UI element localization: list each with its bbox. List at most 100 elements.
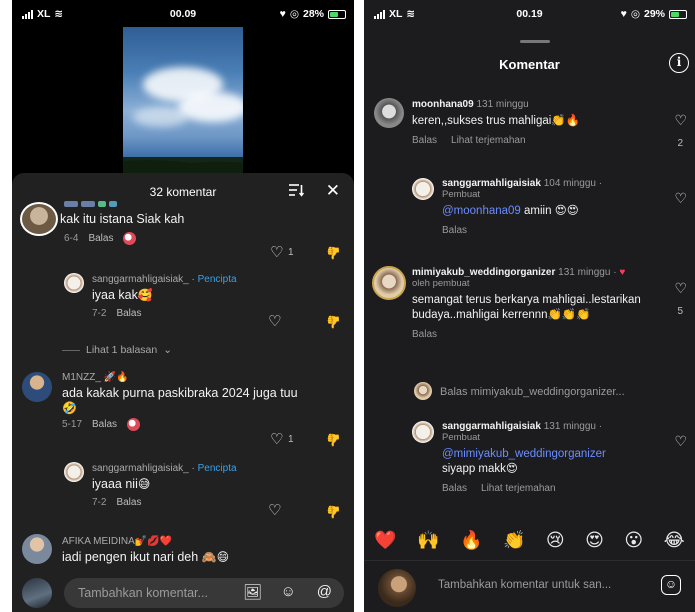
- reply-item: sanggarmahligaisiak 104 minggu · Pembuat…: [442, 178, 662, 236]
- like-icon[interactable]: ♡: [674, 280, 687, 297]
- sticker-icon[interactable]: ☺: [661, 575, 681, 595]
- like-count: 1: [288, 434, 294, 445]
- reaction-laugh[interactable]: 😂: [664, 530, 685, 551]
- creator-badge: Pencipta: [197, 274, 237, 285]
- comment-time: 131 minggu ·: [558, 267, 617, 278]
- reply-button[interactable]: Balas: [88, 233, 113, 244]
- alarm-icon: ◎: [289, 8, 299, 20]
- reply-time: 131 minggu ·: [543, 421, 603, 432]
- image-icon[interactable]: 🖼: [243, 583, 262, 601]
- like-count: 5: [677, 306, 683, 317]
- mention-icon[interactable]: @: [317, 583, 332, 600]
- like-icon[interactable]: ♡: [674, 433, 687, 450]
- translate-button[interactable]: Lihat terjemahan: [481, 483, 556, 494]
- mention-link[interactable]: @moonhana09: [442, 205, 521, 217]
- close-icon[interactable]: ✕: [326, 181, 340, 201]
- liked-by-creator: oleh pembuat: [412, 278, 470, 289]
- sort-icon[interactable]: [288, 183, 304, 197]
- battery-icon: [669, 9, 687, 19]
- comment-emoji: 🙈😄: [201, 550, 230, 564]
- status-bar: XL ≋ 00.19 ♥ ◎ 29%: [364, 0, 695, 26]
- avatar[interactable]: [412, 421, 434, 443]
- comment-username[interactable]: M1NZZ_: [62, 372, 101, 383]
- dislike-icon[interactable]: 👍: [326, 246, 341, 260]
- reply-button[interactable]: Balas: [116, 308, 141, 319]
- comment-input[interactable]: Tambahkan komentar untuk san...: [438, 579, 611, 591]
- heart-status-icon: ♥: [279, 8, 286, 20]
- emoji-icon[interactable]: ☺: [281, 583, 296, 600]
- video-thumbnail[interactable]: [123, 27, 243, 179]
- avatar[interactable]: [372, 266, 406, 300]
- reaction-heart[interactable]: ❤️: [374, 530, 396, 551]
- reaction-clap[interactable]: 👏: [503, 530, 525, 551]
- comment-username[interactable]: AFIKA MEIDINA: [62, 536, 135, 547]
- reply-username[interactable]: sanggarmahligaisiak_: [92, 274, 189, 285]
- avatar[interactable]: [64, 273, 84, 293]
- sheet-grabber[interactable]: [520, 40, 550, 43]
- comment-item: M1NZZ_ 🚀🔥 ada kakak purna paskibraka 202…: [62, 372, 298, 431]
- comment-emoji: 👏🔥: [551, 115, 580, 127]
- left-phone-screen: XL ≋ 00.09 ♥ ◎ 28% 32 komentar ✕ kak itu…: [12, 0, 354, 612]
- reply-button[interactable]: Balas: [442, 225, 467, 236]
- like-icon[interactable]: ♡: [268, 312, 281, 330]
- battery-percent: 28%: [302, 8, 324, 20]
- like-icon[interactable]: ♡: [674, 112, 687, 129]
- gift-icon[interactable]: [127, 418, 141, 431]
- reaction-heart-eyes[interactable]: 😍: [585, 530, 604, 551]
- gift-icon[interactable]: [123, 232, 137, 245]
- like-icon[interactable]: ♡: [674, 190, 687, 207]
- my-avatar[interactable]: [378, 569, 416, 607]
- comment-text: ada kakak purna paskibraka 2024 juga tuu: [62, 386, 298, 400]
- username-emoji: 🚀🔥: [103, 372, 129, 383]
- reply-emoji: 😍😍: [554, 205, 579, 217]
- avatar[interactable]: [374, 98, 404, 128]
- page-title: Komentar: [499, 57, 560, 72]
- reply-username[interactable]: sanggarmahligaisiak_: [92, 463, 189, 474]
- avatar[interactable]: [64, 462, 84, 482]
- reaction-raised-hands[interactable]: 🙌: [417, 530, 439, 551]
- quick-reactions: ❤️ 🙌 🔥 👏 😢 😍 😮 😂: [364, 530, 695, 551]
- comment-username[interactable]: moonhana09: [412, 99, 474, 110]
- username-emoji: 💅💋❤️: [134, 536, 173, 547]
- view-replies-link[interactable]: Lihat 1 balasan ⌄: [62, 344, 172, 356]
- comment-input[interactable]: Tambahkan komentar... 🖼 ☺ @: [64, 578, 344, 608]
- avatar[interactable]: [414, 382, 432, 400]
- mention-link[interactable]: @mimiyakub_weddingorganizer: [442, 448, 606, 460]
- reaction-surprised[interactable]: 😮: [624, 530, 643, 551]
- like-icon[interactable]: ♡: [268, 501, 281, 519]
- reply-to-link[interactable]: Balas mimiyakub_weddingorganizer...: [440, 386, 625, 398]
- comment-item: mimiyakub_weddingorganizer 131 minggu · …: [412, 267, 662, 340]
- avatar[interactable]: [22, 372, 52, 402]
- dislike-icon[interactable]: 👍: [326, 433, 341, 447]
- dislike-icon[interactable]: 👍: [326, 315, 341, 329]
- comment-text: semangat terus berkarya mahligai..lestar…: [412, 294, 641, 321]
- avatar[interactable]: [412, 178, 434, 200]
- reply-item: sanggarmahligaisiak_ · Pencipta iyaa kak…: [92, 274, 237, 319]
- creator-badge: Pembuat: [442, 432, 481, 443]
- reaction-fire[interactable]: 🔥: [460, 530, 482, 551]
- reply-button[interactable]: Balas: [92, 419, 117, 430]
- creator-badge: Pencipta: [197, 463, 237, 474]
- view-replies-label: Lihat 1 balasan: [86, 344, 158, 356]
- reply-button[interactable]: Balas: [442, 483, 467, 494]
- reply-username[interactable]: sanggarmahligaisiak: [442, 178, 541, 189]
- avatar[interactable]: [22, 534, 52, 564]
- avatar[interactable]: [20, 202, 58, 236]
- reply-text: siyapp makk: [442, 462, 506, 475]
- dislike-icon[interactable]: 👍: [326, 505, 341, 519]
- reply-item: sanggarmahligaisiak 131 minggu · Pembuat…: [442, 421, 672, 494]
- reply-time: 7-2: [92, 308, 107, 319]
- reply-username[interactable]: sanggarmahligaisiak: [442, 421, 541, 432]
- reaction-cry[interactable]: 😢: [546, 530, 565, 551]
- my-avatar[interactable]: [22, 578, 52, 608]
- comment-text: iadi pengen ikut nari deh: [62, 550, 199, 564]
- comment-username[interactable]: mimiyakub_weddingorganizer: [412, 267, 555, 278]
- like-icon[interactable]: ♡: [270, 243, 283, 261]
- reply-button[interactable]: Balas: [412, 329, 437, 340]
- translate-button[interactable]: Lihat terjemahan: [451, 135, 526, 146]
- alarm-icon: ◎: [630, 8, 640, 20]
- reply-button[interactable]: Balas: [116, 497, 141, 508]
- info-icon[interactable]: i: [669, 53, 689, 73]
- reply-button[interactable]: Balas: [412, 135, 437, 146]
- like-icon[interactable]: ♡: [270, 430, 283, 448]
